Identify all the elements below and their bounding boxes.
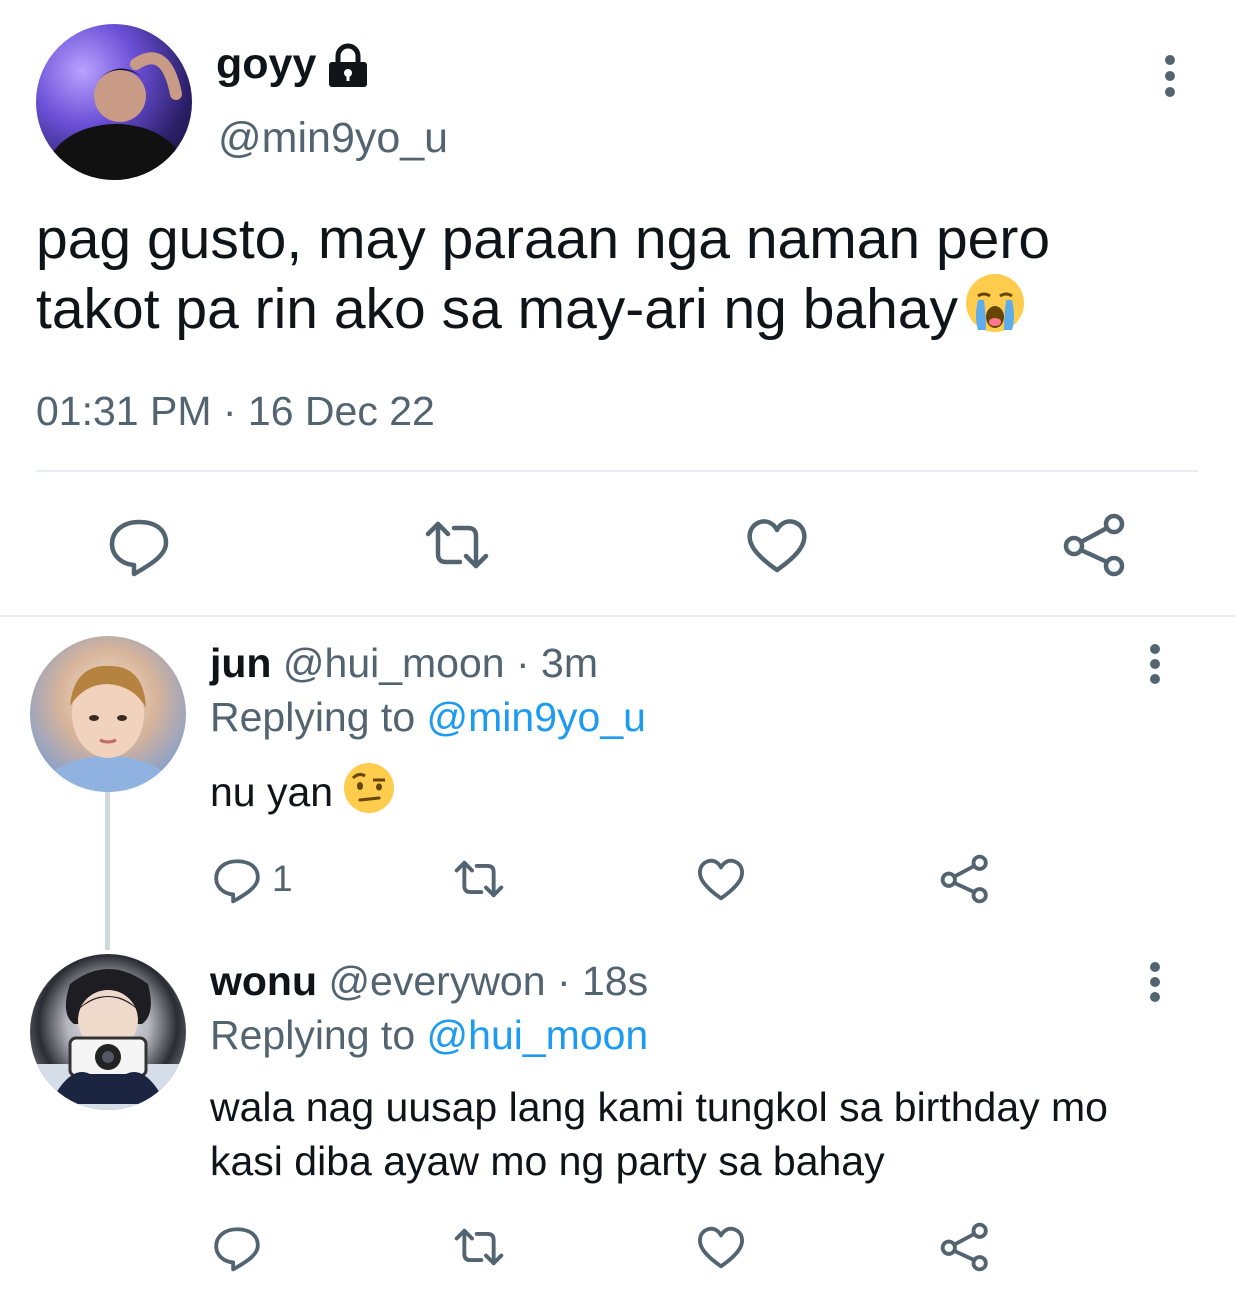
retweet-button[interactable] — [422, 510, 492, 580]
replying-to: Replying to @min9yo_u — [210, 694, 646, 741]
lock-icon — [326, 43, 370, 89]
tweet-body: pag gusto, may paraan nga naman pero tak… — [36, 207, 1051, 341]
retweet-button[interactable] — [452, 852, 506, 906]
share-button[interactable] — [938, 852, 992, 906]
heart-icon — [697, 1226, 745, 1269]
reply-header: wonu @everywon · 18s — [210, 958, 648, 1005]
reply-avatar[interactable] — [30, 954, 186, 1110]
share-icon — [940, 854, 988, 904]
heart-icon — [747, 519, 807, 573]
replying-prefix: Replying to — [210, 1012, 416, 1058]
reply-icon — [214, 859, 260, 904]
retweet-button[interactable] — [452, 1220, 506, 1274]
face-with-raised-eyebrow-icon — [343, 762, 395, 827]
thread-connector — [105, 792, 110, 950]
retweet-icon — [454, 860, 504, 898]
section-divider — [0, 615, 1235, 617]
more-options-icon[interactable] — [1150, 52, 1190, 100]
reply-avatar[interactable] — [30, 636, 186, 792]
more-options-icon[interactable] — [1140, 960, 1170, 1004]
author-display-name[interactable]: goyy — [216, 40, 316, 89]
share-button[interactable] — [938, 1220, 992, 1274]
reply-icon — [214, 1227, 260, 1272]
reply-time[interactable]: · 3m — [516, 640, 598, 686]
reply-count: 1 — [272, 858, 293, 899]
retweet-icon — [454, 1228, 504, 1266]
reply-header: jun @hui_moon · 3m — [210, 640, 598, 687]
replying-prefix: Replying to — [210, 694, 416, 740]
replying-to-mention[interactable]: @hui_moon — [427, 1012, 649, 1058]
reply-icon — [109, 519, 169, 577]
tweet-text: pag gusto, may paraan nga naman pero tak… — [36, 206, 1186, 348]
more-options-icon[interactable] — [1140, 642, 1170, 686]
share-button[interactable] — [1060, 510, 1130, 580]
share-icon — [940, 1222, 988, 1272]
reply-text: wala nag uusap lang kami tungkol sa birt… — [210, 1084, 1108, 1184]
loudly-crying-face-icon — [964, 272, 1026, 348]
like-button[interactable] — [694, 852, 748, 906]
replying-to: Replying to @hui_moon — [210, 1012, 648, 1059]
divider — [36, 470, 1198, 472]
author-avatar[interactable] — [36, 24, 192, 180]
heart-icon — [697, 858, 745, 901]
reply-button[interactable] — [210, 1220, 264, 1274]
reply-time[interactable]: · 18s — [557, 958, 648, 1004]
author-handle[interactable]: @min9yo_u — [218, 114, 448, 163]
tweet-timestamp[interactable]: 01:31 PM · 16 Dec 22 — [36, 388, 435, 435]
reply-display-name[interactable]: jun — [210, 640, 271, 686]
reply-handle[interactable]: @hui_moon — [283, 640, 505, 686]
retweet-icon — [425, 521, 489, 569]
reply-display-name[interactable]: wonu — [210, 958, 317, 1004]
reply-button[interactable] — [104, 510, 174, 580]
like-button[interactable] — [694, 1220, 748, 1274]
reply-handle[interactable]: @everywon — [328, 958, 545, 1004]
reply-button[interactable] — [210, 852, 264, 906]
like-button[interactable] — [742, 510, 812, 580]
reply-text: nu yan — [210, 762, 1190, 827]
replying-to-mention[interactable]: @min9yo_u — [427, 694, 646, 740]
share-icon — [1063, 513, 1125, 577]
reply-body: nu yan — [210, 769, 334, 815]
